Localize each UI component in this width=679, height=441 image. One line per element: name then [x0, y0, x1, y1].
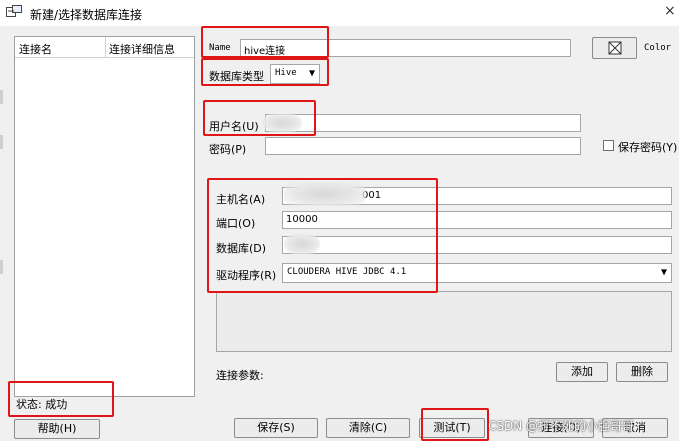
edge-mark	[0, 135, 3, 149]
password-input[interactable]	[265, 137, 581, 155]
column-divider	[105, 37, 106, 57]
highlight-box-test	[421, 408, 489, 441]
params-label: 连接参数:	[216, 369, 264, 382]
help-button[interactable]: 帮助(H)	[14, 419, 100, 439]
add-param-button[interactable]: 添加	[556, 362, 608, 382]
close-icon[interactable]: ×	[664, 3, 676, 19]
delete-param-button[interactable]: 删除	[616, 362, 668, 382]
header-divider	[15, 57, 194, 58]
window-title: 新建/选择数据库连接	[30, 8, 143, 22]
color-label: Color	[644, 43, 672, 53]
column-header-details[interactable]: 连接详细信息	[109, 41, 175, 57]
highlight-box-name	[201, 26, 329, 58]
column-header-name[interactable]: 连接名	[19, 41, 52, 57]
password-label: 密码(P)	[209, 143, 247, 156]
params-area[interactable]	[216, 291, 672, 352]
highlight-box-dbtype	[201, 58, 329, 86]
color-picker-button[interactable]	[592, 37, 637, 59]
database-icon	[6, 5, 22, 19]
edge-mark	[0, 260, 3, 274]
save-button[interactable]: 保存(S)	[234, 418, 318, 438]
color-swatch-icon	[608, 41, 621, 55]
clear-button[interactable]: 清除(C)	[326, 418, 410, 438]
highlight-box-username	[203, 100, 316, 136]
connection-list[interactable]: 连接名 连接详细信息	[14, 36, 195, 397]
edge-mark	[0, 90, 3, 104]
highlight-box-connection	[207, 178, 438, 293]
highlight-box-status	[8, 381, 114, 417]
chevron-down-icon: ▼	[660, 267, 667, 278]
save-password-checkbox[interactable]	[603, 140, 614, 151]
save-password-label[interactable]: 保存密码(Y)	[618, 139, 677, 155]
watermark: CSDN @打不死的小强哥哥	[488, 419, 635, 433]
